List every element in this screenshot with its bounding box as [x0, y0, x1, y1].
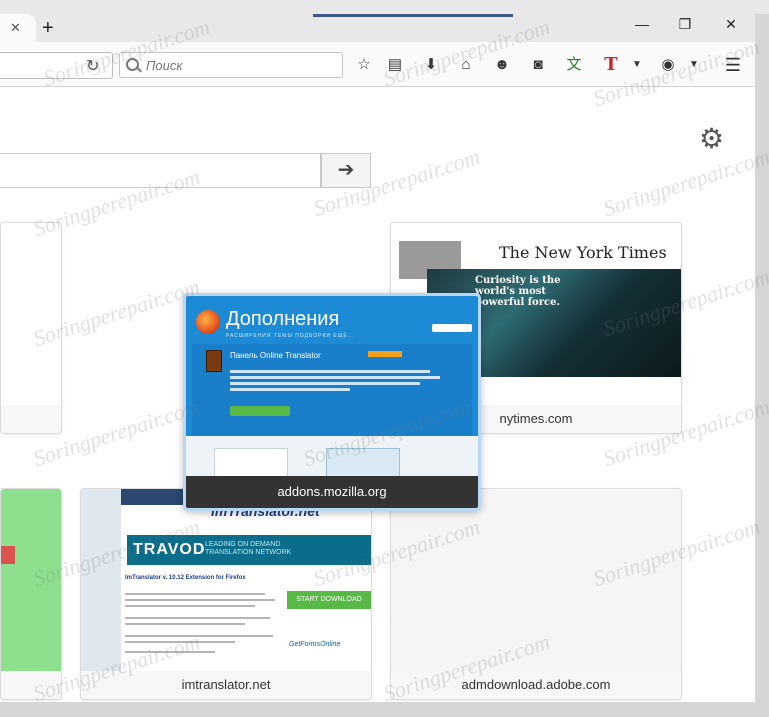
window-frame	[0, 702, 769, 717]
imt-subtitle: ImTranslator v. 10.12 Extension for Fire…	[125, 575, 246, 581]
privacy-eye-icon[interactable]: ◉	[657, 54, 679, 76]
tile-adobe[interactable]: admdownload.adobe.com	[390, 488, 682, 700]
tile-thumbnail	[1, 489, 61, 671]
imt-download-button: START DOWNLOAD	[287, 591, 371, 609]
search-placeholder: Поиск	[146, 58, 183, 73]
maximize-button[interactable]: ❐	[670, 16, 700, 36]
imt-banner-title: TRAVOD	[133, 541, 206, 558]
title-bar: ✕ + — ❐ ✕	[0, 0, 769, 42]
window-frame	[755, 14, 769, 717]
nav-toolbar: ↻ Поиск ☆ ▤ ⬇ ⌂ ☻ ◙ 文 T ▼ ◉ ▼ ☰	[0, 42, 755, 87]
tile-label	[1, 671, 61, 699]
tile-label: admdownload.adobe.com	[391, 671, 681, 699]
reading-list-icon[interactable]: ▤	[384, 54, 406, 76]
gear-icon[interactable]: ⚙	[699, 122, 724, 155]
amo-nav: РАСШИРЕНИЯ ТЕМЫ ПОДБОРКИ ЕЩЁ...	[226, 333, 355, 339]
tile-label: imtranslator.net	[81, 671, 371, 699]
tile-thumbnail: imTranslator.net TRAVOD LEADING ON DEMAN…	[81, 489, 371, 671]
search-input[interactable]: Поиск	[119, 52, 343, 78]
home-icon[interactable]: ⌂	[455, 54, 477, 76]
downloads-icon[interactable]: ⬇	[420, 54, 442, 76]
tile-thumbnail: Дополнения РАСШИРЕНИЯ ТЕМЫ ПОДБОРКИ ЕЩЁ.…	[186, 296, 478, 476]
search-icon	[126, 58, 139, 71]
close-tab-icon[interactable]: ✕	[10, 20, 21, 36]
new-tab-button[interactable]: +	[42, 18, 54, 38]
chevron-down-icon[interactable]: ▼	[626, 54, 648, 76]
newtab-search-input[interactable]	[0, 153, 321, 188]
hello-icon[interactable]: ☻	[491, 54, 513, 76]
pocket-icon[interactable]: ◙	[527, 54, 549, 76]
close-window-button[interactable]: ✕	[716, 16, 746, 36]
tile-thumbnail	[1, 223, 61, 405]
nyt-headline: Curiosity is the world's most powerful f…	[475, 275, 561, 308]
imt-getforms: GetFormsOnline	[289, 641, 341, 648]
nyt-masthead: The New York Times	[499, 243, 667, 262]
amo-search-box	[432, 324, 472, 332]
reload-icon[interactable]: ↻	[86, 56, 99, 76]
tile-addons-mozilla[interactable]: Дополнения РАСШИРЕНИЯ ТЕМЫ ПОДБОРКИ ЕЩЁ.…	[183, 293, 481, 511]
imtranslator-icon[interactable]: T	[600, 54, 622, 76]
imt-banner-sub: LEADING ON DEMAND TRANSLATION NETWORK	[205, 541, 292, 556]
menu-icon[interactable]: ☰	[722, 54, 744, 76]
tab-current[interactable]: ✕	[0, 14, 36, 42]
minimize-button[interactable]: —	[627, 16, 657, 36]
translate-icon[interactable]: 文	[563, 54, 585, 76]
addon-icon	[206, 350, 222, 372]
firefox-logo-icon	[196, 310, 220, 334]
chevron-down-icon[interactable]: ▼	[683, 54, 705, 76]
newtab-search-go-button[interactable]: ➔	[321, 153, 371, 188]
watermark: Soringperepair.com	[600, 143, 769, 222]
tile-label	[1, 405, 61, 433]
tile-label: addons.mozilla.org	[186, 476, 478, 508]
tab-loading-indicator	[313, 14, 513, 17]
amo-addon-title: Панель Online Translator	[230, 351, 321, 360]
tile-left1[interactable]	[0, 222, 62, 434]
tile-thumbnail	[391, 489, 681, 671]
tile-left2[interactable]	[0, 488, 62, 700]
amo-title: Дополнения	[226, 308, 340, 330]
tile-imtranslator[interactable]: imTranslator.net TRAVOD LEADING ON DEMAN…	[80, 488, 372, 700]
bookmark-star-icon[interactable]: ☆	[353, 54, 375, 76]
amo-add-button	[230, 406, 290, 416]
